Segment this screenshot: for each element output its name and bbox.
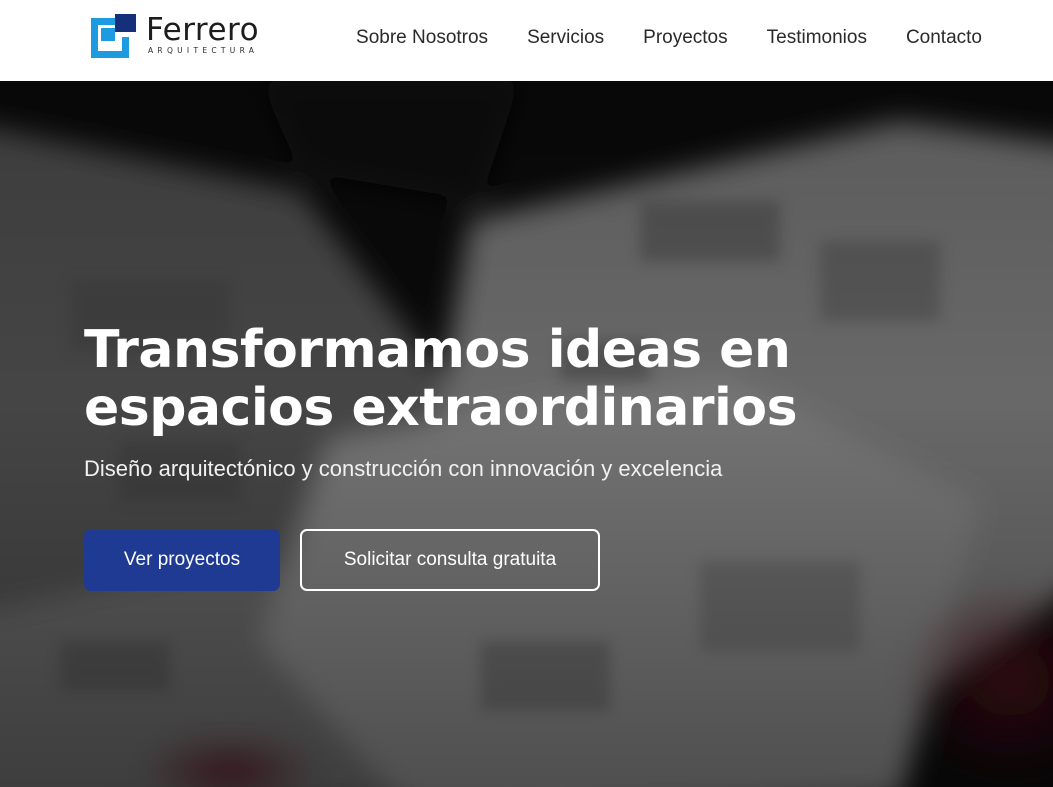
nav-link-servicios[interactable]: Servicios [527,27,604,49]
hero-title: Transformamos ideas en espacios extraord… [84,320,798,438]
request-consultation-button[interactable]: Solicitar consulta gratuita [300,529,600,591]
brand-tagline: ARQUITECTURA [148,46,259,55]
ferrero-logo-icon [91,14,136,58]
nav-link-proyectos[interactable]: Proyectos [643,27,727,49]
hero-actions: Ver proyectos Solicitar consulta gratuit… [84,529,600,591]
nav-link-contacto[interactable]: Contacto [906,27,982,49]
nav-link-sobre-nosotros[interactable]: Sobre Nosotros [356,27,488,49]
brand-logo[interactable]: Ferrero ARQUITECTURA [91,12,281,58]
site-header: Ferrero ARQUITECTURA Sobre Nosotros Serv… [0,0,1053,81]
hero-content: Transformamos ideas en espacios extraord… [84,320,984,591]
brand-name: Ferrero [146,12,260,48]
view-projects-button[interactable]: Ver proyectos [84,529,280,591]
main-navigation: Sobre Nosotros Servicios Proyectos Testi… [356,0,982,76]
nav-link-testimonios[interactable]: Testimonios [767,27,867,49]
hero-subtitle: Diseño arquitectónico y construcción con… [84,456,723,481]
hero-section: Transformamos ideas en espacios extraord… [0,81,1053,787]
